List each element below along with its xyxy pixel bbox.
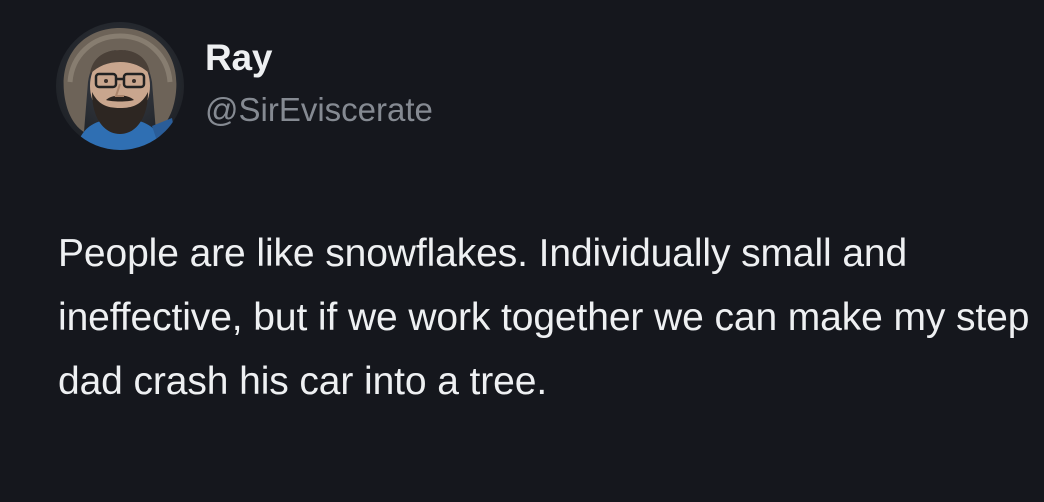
tweet-text: People are like snowflakes. Individually… <box>58 232 1030 403</box>
tweet-card: Ray @SirEviscerate People are like snowf… <box>0 0 1044 502</box>
avatar[interactable] <box>56 22 184 150</box>
author-name[interactable]: Ray <box>205 36 272 80</box>
avatar-image <box>56 22 184 150</box>
author-handle[interactable]: @SirEviscerate <box>205 88 433 132</box>
